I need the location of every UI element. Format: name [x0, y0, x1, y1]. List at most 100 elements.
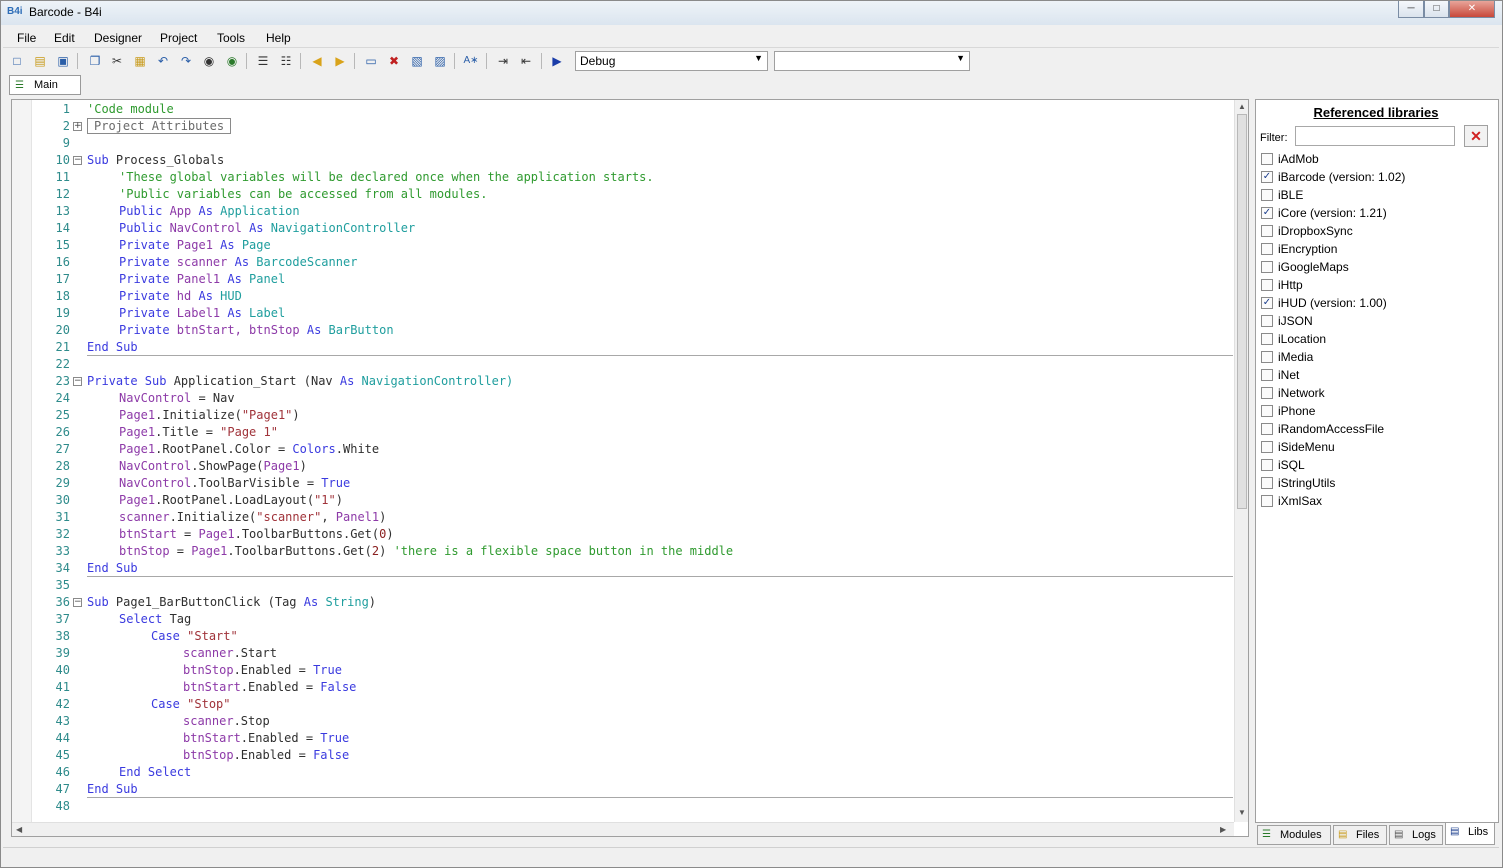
code-line[interactable]: 27 Page1.RootPanel.Color = Colors.White	[12, 441, 1232, 458]
menu-designer[interactable]: Designer	[94, 31, 142, 45]
checkbox[interactable]	[1261, 351, 1273, 363]
collapse-icon[interactable]: −	[73, 377, 82, 386]
code-text[interactable]: NavControl = Nav	[119, 390, 235, 407]
code-text[interactable]: Select Tag	[119, 611, 191, 628]
code-text[interactable]: Private Sub Application_Start (Nav As Na…	[87, 373, 513, 390]
outdent-icon[interactable]: ⇤	[518, 53, 534, 69]
minimize-button[interactable]: ─	[1398, 1, 1424, 18]
code-text[interactable]: NavControl.ShowPage(Page1)	[119, 458, 307, 475]
code-text[interactable]: End Sub	[87, 560, 138, 577]
code-text[interactable]: Public App As Application	[119, 203, 300, 220]
code-line[interactable]: 11 'These global variables will be declar…	[12, 169, 1232, 186]
code-text[interactable]: NavControl.ToolBarVisible = True	[119, 475, 350, 492]
checkbox[interactable]	[1261, 459, 1273, 471]
code-line[interactable]: 15 Private Page1 As Page	[12, 237, 1232, 254]
run-icon[interactable]: ▶	[549, 53, 565, 69]
new-file-icon[interactable]: □	[9, 53, 25, 69]
code-text[interactable]: Case "Stop"	[151, 696, 231, 713]
scroll-right-icon[interactable]: ▶	[1220, 825, 1226, 834]
code-text[interactable]: Page1.RootPanel.Color = Colors.White	[119, 441, 379, 458]
library-item[interactable]: ✓ iHUD (version: 1.00)	[1261, 295, 1491, 313]
scroll-left-icon[interactable]: ◀	[16, 825, 22, 834]
checkbox[interactable]	[1261, 189, 1273, 201]
checkbox[interactable]	[1261, 441, 1273, 453]
comment-icon[interactable]: ▧	[409, 53, 425, 69]
code-line[interactable]: 37 Select Tag	[12, 611, 1232, 628]
code-text[interactable]: Case "Start"	[151, 628, 238, 645]
checkbox[interactable]	[1261, 261, 1273, 273]
code-text[interactable]: Page1.RootPanel.LoadLayout("1")	[119, 492, 343, 509]
code-line[interactable]: 48	[12, 798, 1232, 815]
redo-icon[interactable]: ↷	[178, 53, 194, 69]
uncomment-icon[interactable]: ▨	[432, 53, 448, 69]
checkbox[interactable]	[1261, 225, 1273, 237]
code-text[interactable]: scanner.Initialize("scanner", Panel1)	[119, 509, 386, 526]
menu-help[interactable]: Help	[266, 31, 291, 45]
code-line[interactable]: 43 scanner.Stop	[12, 713, 1232, 730]
library-item[interactable]: iSideMenu	[1261, 439, 1491, 457]
checkbox[interactable]	[1261, 279, 1273, 291]
code-line[interactable]: 2 + Project Attributes	[12, 118, 1232, 135]
code-line[interactable]: 22	[12, 356, 1232, 373]
code-line[interactable]: 41 btnStart.Enabled = False	[12, 679, 1232, 696]
checkbox[interactable]	[1261, 477, 1273, 489]
code-text[interactable]: btnStart.Enabled = True	[183, 730, 349, 747]
vertical-scroll-thumb[interactable]	[1237, 114, 1247, 509]
close-button[interactable]: ✕	[1449, 1, 1495, 18]
library-item[interactable]: iAdMob	[1261, 151, 1491, 169]
library-item[interactable]: ✓ iCore (version: 1.21)	[1261, 205, 1491, 223]
find-icon[interactable]: ◉	[201, 53, 217, 69]
checkbox[interactable]	[1261, 243, 1273, 255]
library-item[interactable]: iNet	[1261, 367, 1491, 385]
horizontal-scrollbar[interactable]: ◀ ▶	[12, 822, 1234, 836]
back-icon[interactable]: ◀	[309, 53, 325, 69]
collapse-icon[interactable]: −	[73, 156, 82, 165]
code-line[interactable]: 29 NavControl.ToolBarVisible = True	[12, 475, 1232, 492]
collapse-icon[interactable]: −	[73, 598, 82, 607]
code-line[interactable]: 33 btnStop = Page1.ToolbarButtons.Get(2) …	[12, 543, 1232, 560]
code-line[interactable]: 21 End Sub	[12, 339, 1232, 356]
menu-project[interactable]: Project	[160, 31, 197, 45]
code-line[interactable]: 32 btnStart = Page1.ToolbarButtons.Get(0)	[12, 526, 1232, 543]
code-text[interactable]: scanner.Start	[183, 645, 277, 662]
code-line[interactable]: 13 Public App As Application	[12, 203, 1232, 220]
indent-icon[interactable]: ⇥	[495, 53, 511, 69]
library-item[interactable]: iEncryption	[1261, 241, 1491, 259]
code-text[interactable]: Sub Page1_BarButtonClick (Tag As String)	[87, 594, 376, 611]
checkbox-checked[interactable]: ✓	[1261, 297, 1273, 309]
library-item[interactable]: iXmlSax	[1261, 493, 1491, 511]
code-line[interactable]: 23− Private Sub Application_Start (Nav As…	[12, 373, 1232, 390]
scroll-down-icon[interactable]: ▼	[1238, 808, 1246, 817]
tab-files[interactable]: ▤ Files	[1333, 825, 1387, 845]
code-text[interactable]: 'These global variables will be declared…	[119, 169, 654, 186]
maximize-button[interactable]: □	[1424, 1, 1449, 18]
library-item[interactable]: iBLE	[1261, 187, 1491, 205]
code-line[interactable]: 9	[12, 135, 1232, 152]
forward-icon[interactable]: ▶	[332, 53, 348, 69]
code-editor[interactable]: 1 'Code module 2 + Project Attributes 9 10− Sub…	[11, 99, 1249, 837]
code-text[interactable]: btnStop = Page1.ToolbarButtons.Get(2) 't…	[119, 543, 733, 560]
open-icon[interactable]: ▤	[32, 53, 48, 69]
save-icon[interactable]: ▣	[55, 53, 71, 69]
checkbox[interactable]	[1261, 153, 1273, 165]
code-line[interactable]: 26 Page1.Title = "Page 1"	[12, 424, 1232, 441]
code-text[interactable]: Page1.Initialize("Page1")	[119, 407, 300, 424]
code-text[interactable]: Private scanner As BarcodeScanner	[119, 254, 357, 271]
library-item[interactable]: iStringUtils	[1261, 475, 1491, 493]
checkbox[interactable]	[1261, 369, 1273, 381]
code-line[interactable]: 14 Public NavControl As NavigationControl…	[12, 220, 1232, 237]
library-item[interactable]: iMedia	[1261, 349, 1491, 367]
vertical-scrollbar[interactable]: ▲ ▼	[1234, 100, 1248, 822]
code-line[interactable]: 25 Page1.Initialize("Page1")	[12, 407, 1232, 424]
code-line[interactable]: 12 'Public variables can be accessed from…	[12, 186, 1232, 203]
cut-icon[interactable]: ✂	[109, 53, 125, 69]
code-text[interactable]: Private btnStart, btnStop As BarButton	[119, 322, 394, 339]
code-line[interactable]: 46 End Select	[12, 764, 1232, 781]
library-item[interactable]: iGoogleMaps	[1261, 259, 1491, 277]
code-line[interactable]: 39 scanner.Start	[12, 645, 1232, 662]
code-text[interactable]: Private hd As HUD	[119, 288, 242, 305]
code-line[interactable]: 1 'Code module	[12, 101, 1232, 118]
code-text[interactable]: 'Public variables can be accessed from a…	[119, 186, 487, 203]
code-line[interactable]: 47 End Sub	[12, 781, 1232, 798]
library-item[interactable]: iSQL	[1261, 457, 1491, 475]
